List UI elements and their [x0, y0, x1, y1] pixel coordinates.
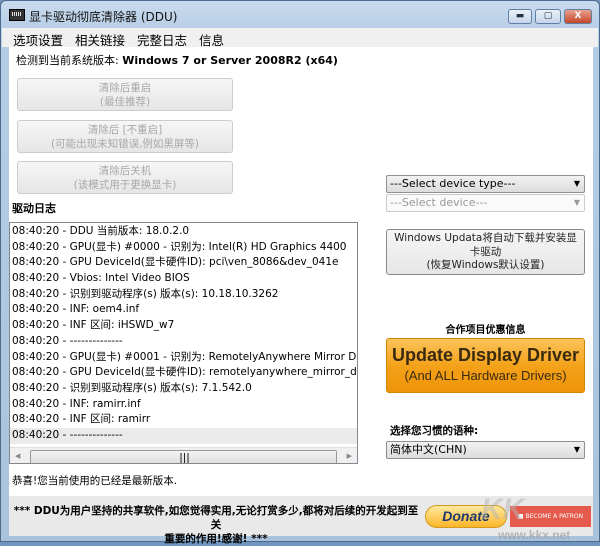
- app-window: 显卡驱动彻底清除器 (DDU) ▬ ▢ X 选项设置 相关链接 完整日志 信息 …: [0, 0, 600, 545]
- menu-bar: 选项设置 相关链接 完整日志 信息: [2, 28, 598, 48]
- button-label: Windows Updata将自动下载并安装显: [394, 232, 577, 244]
- log-title: 驱动日志: [12, 202, 56, 215]
- watermark-logo: KK: [481, 493, 525, 526]
- log-line: 08:40:20 - Vbios: Intel Video BIOS: [12, 272, 190, 285]
- log-line: 08:40:20 - INF 区间: ramirr: [12, 413, 151, 426]
- patreon-label: BECOME A PATRON: [525, 513, 584, 520]
- language-select[interactable]: 简体中文(CHN) ▼: [386, 441, 585, 459]
- log-line: 08:40:20 - --------------: [10, 427, 357, 444]
- driver-log[interactable]: 08:40:20 - DDU 当前版本: 18.0.2.0 08:40:20 -…: [9, 222, 358, 464]
- language-label: 选择您习惯的语种:: [390, 425, 479, 437]
- clean-shutdown-button[interactable]: 清除后关机 (该模式用于更换显卡): [17, 161, 233, 194]
- promo-subtitle: (And ALL Hardware Drivers): [404, 368, 567, 383]
- log-line: 08:40:20 - GPU(显卡) #0000 - 识别为: Intel(R)…: [12, 240, 347, 253]
- select-value: ---Select device---: [390, 196, 488, 209]
- device-type-select[interactable]: ---Select device type--- ▼: [386, 175, 585, 193]
- device-select[interactable]: ---Select device--- ▼: [386, 194, 585, 212]
- log-line: 08:40:20 - INF 区间: iHSWD_w7: [12, 319, 175, 332]
- button-sublabel: (该模式用于更换显卡): [73, 179, 177, 191]
- button-label: 清除后关机: [98, 165, 152, 177]
- log-line: 08:40:20 - GPU DeviceId(显卡硬件ID): pci\ven…: [12, 256, 339, 269]
- log-line: 08:40:20 - GPU(显卡) #0001 - 识别为: Remotely…: [12, 350, 358, 363]
- detected-os-label: 检测到当前系统版本:: [16, 54, 123, 67]
- footer-message: *** DDU为用户坚持的共享软件,如您觉得实用,无论打赏多少,都将对后续的开发…: [11, 504, 421, 546]
- log-line: 08:40:20 - INF: oem4.inf: [12, 303, 140, 316]
- windows-update-button[interactable]: Windows Updata将自动下载并安装显 卡驱动 (恢复Windows默认…: [386, 229, 585, 275]
- clean-no-restart-button[interactable]: 清除后 [不重启] (可能出现未知错误,例如黑屏等): [17, 120, 233, 153]
- button-sublabel: (最佳推荐): [99, 96, 151, 108]
- footer-line: *** DDU为用户坚持的共享软件,如您觉得实用,无论打赏多少,都将对后续的开发…: [13, 505, 419, 531]
- chevron-down-icon: ▼: [573, 445, 580, 454]
- log-line: 08:40:20 - GPU DeviceId(显卡硬件ID): remotel…: [12, 366, 358, 379]
- log-line: 08:40:20 - 识别到驱动程序(s) 版本(s): 7.1.542.0: [12, 381, 252, 394]
- clean-restart-button[interactable]: 清除后重启 (最佳推荐): [17, 78, 233, 111]
- partner-label: 合作项目优惠信息: [445, 325, 526, 336]
- select-value: ---Select device type---: [390, 177, 516, 190]
- status-text: 恭喜!您当前使用的已经是最新版本.: [12, 475, 178, 487]
- scroll-right-icon[interactable]: ▶: [347, 449, 352, 463]
- detected-os-value: Windows 7 or Server 2008R2 (x64): [122, 54, 338, 67]
- promo-title: Update Display Driver: [391, 345, 580, 365]
- button-sublabel: (恢复Windows默认设置): [426, 259, 545, 271]
- button-label: 清除后 [不重启]: [87, 124, 163, 136]
- chevron-down-icon: ▼: [573, 198, 580, 207]
- button-sublabel: (可能出现未知错误,例如黑屏等): [50, 138, 200, 150]
- footer-line: 重要的作用!感谢! ***: [164, 533, 268, 545]
- window-title: 显卡驱动彻底清除器 (DDU): [29, 10, 178, 24]
- horizontal-scrollbar[interactable]: ◀ ||| ▶: [10, 447, 357, 463]
- log-line: 08:40:20 - --------------: [12, 334, 123, 347]
- minimize-button[interactable]: ▬: [508, 9, 532, 24]
- detected-os: 检测到当前系统版本: Windows 7 or Server 2008R2 (x…: [16, 52, 338, 68]
- button-label: 卡驱动: [469, 245, 502, 258]
- chevron-down-icon: ▼: [573, 179, 580, 188]
- app-icon: [9, 9, 25, 21]
- scroll-thumb[interactable]: |||: [30, 450, 337, 463]
- button-label: 清除后重启: [98, 82, 152, 94]
- log-line: 08:40:20 - INF: ramirr.inf: [12, 397, 141, 410]
- update-driver-promo-button[interactable]: Update Display Driver (And ALL Hardware …: [386, 338, 585, 393]
- log-line: 08:40:20 - 识别到驱动程序(s) 版本(s): 10.18.10.32…: [12, 287, 279, 300]
- log-line: 08:40:20 - DDU 当前版本: 18.0.2.0: [12, 225, 190, 237]
- watermark-url: www.kkx.net: [498, 528, 571, 542]
- close-button[interactable]: X: [564, 9, 592, 24]
- maximize-button[interactable]: ▢: [535, 9, 561, 24]
- scroll-left-icon[interactable]: ◀: [15, 449, 20, 463]
- select-value: 简体中文(CHN): [390, 443, 467, 456]
